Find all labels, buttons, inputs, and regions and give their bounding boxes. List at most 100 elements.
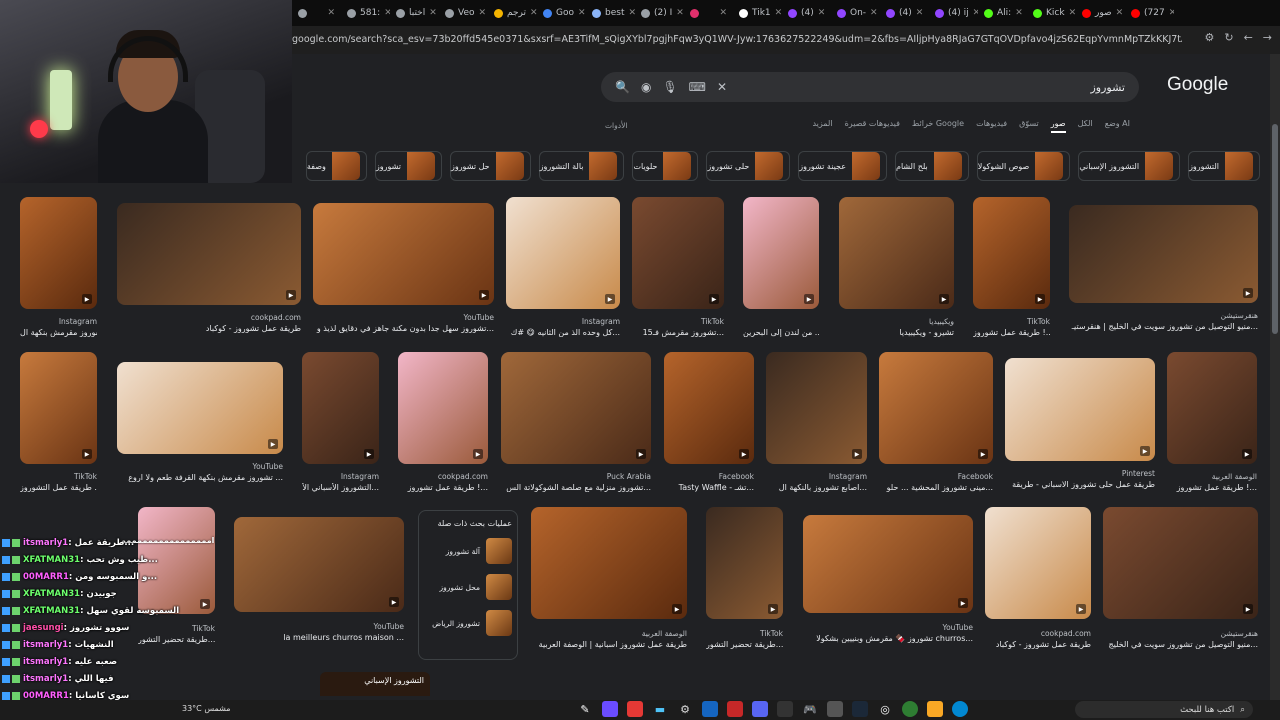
gamepad-icon[interactable]: 🎮 (802, 701, 818, 717)
result-title[interactable]: منيو التوصيل من تشوروز سويت في الخليج | … (1069, 322, 1258, 331)
chat-username[interactable]: itsmarly1 (23, 640, 68, 650)
browser-tab[interactable]: (4) ✕ (782, 0, 831, 26)
app-icon[interactable] (602, 701, 618, 717)
result-source[interactable]: ويكيبيديا (839, 317, 954, 326)
result-title[interactable]: التشوروز الأسباني الأ... (302, 483, 379, 492)
forward-icon[interactable]: → (1263, 31, 1272, 44)
result-source[interactable]: الوصفة العربية (531, 629, 687, 638)
refinement-chip[interactable]: حلى تشوروز (706, 151, 791, 181)
result-title[interactable]: طريقة عمل تشوروز - كوكباد (117, 324, 301, 333)
result-image[interactable]: ▶ (20, 352, 97, 464)
browser-tab[interactable]: Veo ✕ (439, 0, 488, 26)
result-image[interactable]: ▶ (20, 197, 97, 309)
chat-username[interactable]: jaesungi (23, 623, 64, 633)
related-item[interactable]: آلة تشوروز (424, 538, 512, 564)
microphone-icon[interactable]: 🎙 (662, 80, 677, 94)
result-title[interactable]: من لندن إلى البحرين ... (743, 328, 819, 337)
refinement-chip[interactable]: وصفة (305, 151, 367, 181)
result-source[interactable]: هنقرستيشن (1103, 629, 1258, 638)
result-title[interactable]: la meilleurs churros maison ... (234, 633, 404, 642)
browser-tab[interactable]: صور ✕ (1076, 0, 1125, 26)
result-image[interactable]: ▶ (1005, 358, 1155, 461)
related-item[interactable]: تشوروز الرياض (424, 610, 512, 636)
result-title[interactable]: طريقة عمل تشوروز اسبانية | الوصفة العربي… (531, 640, 687, 649)
tab-0[interactable]: وضع AI (1105, 119, 1130, 133)
related-item[interactable]: محل تشوروز (424, 574, 512, 600)
result-title[interactable]: طريقة عمل تشوروز - كوكباد (985, 640, 1091, 649)
tune-icon[interactable]: ⚙ (1204, 31, 1214, 44)
browser-tab[interactable]: best ✕ (586, 0, 635, 26)
browser-tab[interactable]: (727 ✕ (1125, 0, 1174, 26)
refinement-chip[interactable]: عجينة تشوروز (798, 151, 887, 181)
result-image[interactable]: ▶ (1103, 507, 1258, 619)
tab-close-icon[interactable]: ✕ (578, 8, 586, 18)
tools-button[interactable]: الأدوات (605, 121, 627, 130)
result-title[interactable]: طريقة عمل تشوروز !... (1167, 483, 1257, 492)
result-image[interactable]: ▶ (664, 352, 754, 464)
result-source[interactable]: Pinterest (1005, 469, 1155, 478)
tab-1[interactable]: الكل (1078, 119, 1093, 133)
result-source[interactable]: Facebook (879, 472, 993, 481)
browser-tab[interactable]: (4) ij ✕ (929, 0, 978, 26)
result-source[interactable]: Instagram (766, 472, 867, 481)
result-title[interactable]: تشوروز سهل جدا بدون مكنة جاهز في دقايق ل… (313, 324, 494, 333)
result-image[interactable]: ▶ (803, 515, 973, 613)
tab-close-icon[interactable]: ✕ (429, 8, 437, 18)
browser-tab[interactable]: اختبا ✕ (390, 0, 439, 26)
keyboard-icon[interactable]: ⌨ (689, 80, 706, 94)
app-icon[interactable] (777, 701, 793, 717)
tab-close-icon[interactable]: ✕ (818, 8, 826, 18)
chat-username[interactable]: XFATMAN31 (23, 606, 80, 616)
tab-close-icon[interactable]: ✕ (719, 8, 727, 18)
refinement-chip[interactable]: التشوروز الإسباني (1078, 151, 1181, 181)
app-icon[interactable] (627, 701, 643, 717)
result-source[interactable]: YouTube (117, 462, 284, 471)
chat-username[interactable]: 00MARR1 (23, 572, 69, 582)
result-source[interactable]: TikTok (973, 317, 1050, 326)
result-image[interactable]: ▶ (766, 352, 867, 464)
browser-tab[interactable]: Goo ✕ (537, 0, 586, 26)
result-title[interactable]: تشيرو - ويكيبيديا (839, 328, 954, 337)
result-title[interactable]: كل وحده الذ من الثانيه 😋 #ك... (506, 328, 620, 337)
tab-7[interactable]: المزيد (812, 119, 832, 133)
result-title[interactable]: منيو التوصيل من تشوروز سويت في الخليج... (1103, 640, 1258, 649)
result-image[interactable]: ▶ (1069, 205, 1258, 303)
browser-tab[interactable]: (2) I ✕ (635, 0, 684, 26)
edge-icon[interactable] (952, 701, 968, 717)
app-icon[interactable] (827, 701, 843, 717)
result-image[interactable]: ▶ (313, 203, 494, 305)
tab-4[interactable]: فيديوهات (976, 119, 1007, 133)
back-icon[interactable]: ← (1244, 31, 1253, 44)
result-source[interactable]: cookpad.com (117, 313, 301, 322)
search-box[interactable]: 🔍 ◉ 🎙 ⌨ ✕ تشوروز (601, 72, 1139, 102)
result-image[interactable]: ▶ (985, 507, 1091, 619)
result-source[interactable]: Instagram (20, 317, 97, 326)
settings-icon[interactable]: ⚙ (677, 701, 693, 717)
app-icon[interactable]: ◎ (877, 701, 893, 717)
result-source[interactable]: Instagram (506, 317, 620, 326)
result-image[interactable]: ▶ (117, 203, 301, 305)
tab-close-icon[interactable]: ✕ (530, 8, 537, 18)
tab-close-icon[interactable]: ✕ (1116, 8, 1124, 18)
app-icon[interactable]: ▬ (652, 701, 668, 717)
tab-close-icon[interactable]: ✕ (676, 8, 684, 18)
result-title[interactable]: Tasty Waffle - تشـ... (664, 483, 754, 492)
result-source[interactable]: YouTube (313, 313, 495, 322)
result-source[interactable]: TikTok (632, 317, 724, 326)
result-title[interactable]: طريقة تحضير التشور... (706, 640, 783, 649)
result-title[interactable]: طريقة عمل تشوروز !... (398, 483, 488, 492)
result-source[interactable]: cookpad.com (985, 629, 1091, 638)
result-image[interactable]: ▶ (973, 197, 1050, 309)
result-source[interactable]: Puck Arabia (501, 472, 651, 481)
result-image[interactable]: ▶ (531, 507, 687, 619)
result-image[interactable]: ▶ (302, 352, 379, 464)
browser-tab[interactable]: 581: ✕ (341, 0, 390, 26)
result-image[interactable]: ▶ (501, 352, 651, 464)
tab-close-icon[interactable]: ✕ (1169, 8, 1174, 18)
weather-widget[interactable]: 33°C مشمس (182, 704, 231, 713)
result-source[interactable]: Instagram (302, 472, 379, 481)
lens-icon[interactable]: ◉ (641, 80, 651, 94)
pen-icon[interactable]: ✎ (577, 701, 593, 717)
tab-close-icon[interactable]: ✕ (1069, 8, 1076, 18)
result-image[interactable]: ▶ (743, 197, 819, 309)
